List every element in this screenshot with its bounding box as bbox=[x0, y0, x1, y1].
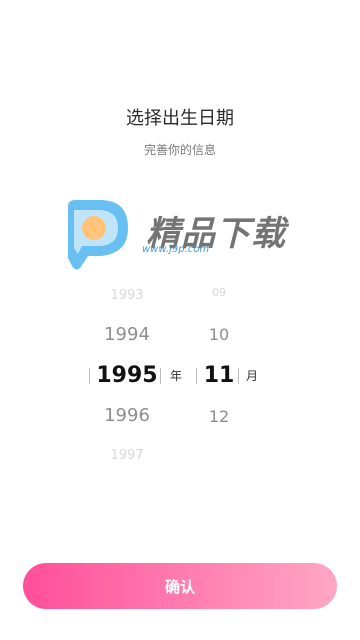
p-logo-icon bbox=[68, 200, 128, 270]
divider bbox=[160, 368, 161, 384]
divider bbox=[238, 368, 239, 384]
watermark-logo: 精品下载 www.j9p.com bbox=[60, 196, 300, 276]
year-option[interactable]: 1993 bbox=[92, 288, 162, 303]
confirm-button[interactable]: 确认 bbox=[23, 563, 337, 609]
month-unit-label: 月 bbox=[246, 369, 259, 383]
year-option[interactable]: 1996 bbox=[92, 405, 162, 426]
date-picker[interactable]: 1993 1994 1995 1996 1997 年 09 10 11 12 月 bbox=[0, 280, 360, 480]
year-unit-label: 年 bbox=[170, 369, 183, 383]
month-option-selected[interactable]: 11 bbox=[196, 363, 242, 388]
divider bbox=[89, 368, 90, 384]
month-option[interactable]: 10 bbox=[196, 325, 242, 344]
page-subtitle: 完善你的信息 bbox=[143, 143, 216, 157]
divider bbox=[196, 368, 197, 384]
page-title: 选择出生日期 bbox=[126, 108, 234, 129]
month-option[interactable]: 12 bbox=[196, 407, 242, 426]
birthdate-screen: 选择出生日期 完善你的信息 精品下载 www.j9p.com 1993 1994… bbox=[0, 0, 360, 640]
month-option[interactable]: 09 bbox=[196, 286, 242, 299]
watermark-url: www.j9p.com bbox=[142, 244, 210, 255]
year-option[interactable]: 1997 bbox=[92, 448, 162, 463]
year-option-selected[interactable]: 1995 bbox=[92, 363, 162, 388]
year-option[interactable]: 1994 bbox=[92, 324, 162, 345]
